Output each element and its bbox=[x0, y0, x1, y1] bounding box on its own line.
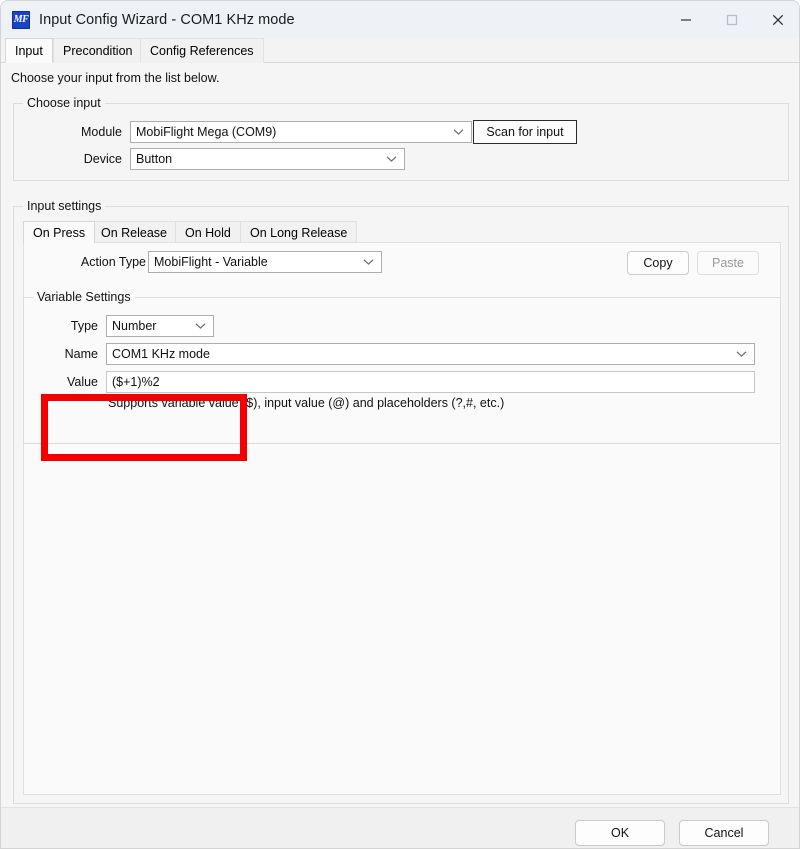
variable-type-value: Number bbox=[112, 319, 156, 333]
variable-settings-group: Variable Settings Type Number Name COM1 … bbox=[23, 297, 781, 444]
tab-on-hold-label: On Hold bbox=[185, 226, 231, 240]
variable-value-input[interactable]: ($+1)%2 bbox=[106, 371, 755, 393]
input-settings-group: Input settings On Press On Release On Ho… bbox=[13, 206, 789, 804]
tab-on-press-label: On Press bbox=[33, 226, 85, 240]
module-combobox[interactable]: MobiFlight Mega (COM9) bbox=[130, 121, 472, 143]
module-value: MobiFlight Mega (COM9) bbox=[136, 125, 276, 139]
scan-for-input-button[interactable]: Scan for input bbox=[473, 120, 577, 144]
tab-on-long-release-label: On Long Release bbox=[250, 226, 347, 240]
ok-button-label: OK bbox=[611, 826, 629, 840]
tab-on-press[interactable]: On Press bbox=[23, 221, 95, 243]
tab-config-references[interactable]: Config References bbox=[140, 38, 264, 63]
maximize-icon[interactable] bbox=[709, 1, 755, 38]
minimize-icon[interactable] bbox=[663, 1, 709, 38]
window-title: Input Config Wizard - COM1 KHz mode bbox=[39, 12, 295, 28]
copy-button-label: Copy bbox=[643, 256, 672, 270]
chevron-down-icon bbox=[195, 323, 206, 330]
tab-input[interactable]: Input bbox=[5, 38, 53, 63]
page-hint-text: Choose your input from the list below. bbox=[11, 71, 219, 85]
input-config-wizard-window: MF Input Config Wizard - COM1 KHz mode I… bbox=[0, 0, 800, 849]
tab-on-long-release[interactable]: On Long Release bbox=[240, 221, 357, 243]
choose-input-legend: Choose input bbox=[23, 96, 105, 110]
action-type-label: Action Type bbox=[70, 255, 146, 269]
value-label: Value bbox=[48, 375, 98, 389]
device-combobox[interactable]: Button bbox=[130, 148, 405, 170]
ok-button[interactable]: OK bbox=[575, 820, 665, 846]
input-settings-legend: Input settings bbox=[23, 199, 105, 213]
action-type-combobox[interactable]: MobiFlight - Variable bbox=[148, 251, 382, 273]
window-controls bbox=[663, 1, 800, 38]
module-label: Module bbox=[54, 125, 122, 139]
tab-precondition[interactable]: Precondition bbox=[53, 38, 143, 63]
chevron-down-icon bbox=[736, 351, 747, 358]
app-icon-text: MF bbox=[14, 15, 29, 25]
chevron-down-icon bbox=[453, 129, 464, 136]
choose-input-group: Choose input Module MobiFlight Mega (COM… bbox=[13, 103, 789, 181]
input-settings-tab-strip: On Press On Release On Hold On Long Rele… bbox=[23, 221, 781, 243]
cancel-button-label: Cancel bbox=[705, 826, 744, 840]
dialog-footer: OK Cancel bbox=[1, 807, 800, 849]
tab-precondition-label: Precondition bbox=[63, 44, 133, 58]
type-label: Type bbox=[48, 319, 98, 333]
variable-type-combobox[interactable]: Number bbox=[106, 315, 214, 337]
tab-on-release[interactable]: On Release bbox=[91, 221, 177, 243]
close-icon[interactable] bbox=[755, 1, 800, 38]
chevron-down-icon bbox=[386, 156, 397, 163]
action-type-value: MobiFlight - Variable bbox=[154, 255, 268, 269]
device-label: Device bbox=[54, 152, 122, 166]
variable-settings-legend: Variable Settings bbox=[33, 290, 135, 304]
paste-button-label: Paste bbox=[712, 256, 744, 270]
device-value: Button bbox=[136, 152, 172, 166]
tab-config-references-label: Config References bbox=[150, 44, 254, 58]
cancel-button[interactable]: Cancel bbox=[679, 820, 769, 846]
tab-on-hold[interactable]: On Hold bbox=[175, 221, 241, 243]
variable-name-value: COM1 KHz mode bbox=[112, 347, 210, 361]
mobiflight-logo-icon: MF bbox=[12, 11, 30, 29]
tab-input-label: Input bbox=[15, 44, 43, 58]
window-tab-strip: Input Precondition Config References bbox=[1, 38, 800, 63]
tab-on-release-label: On Release bbox=[101, 226, 167, 240]
copy-button[interactable]: Copy bbox=[627, 251, 689, 275]
variable-name-combobox[interactable]: COM1 KHz mode bbox=[106, 343, 755, 365]
name-label: Name bbox=[48, 347, 98, 361]
dialog-body: Choose your input from the list below. C… bbox=[1, 63, 800, 807]
title-bar: MF Input Config Wizard - COM1 KHz mode bbox=[1, 1, 800, 38]
variable-hint-text: Supports variable value ($), input value… bbox=[108, 396, 504, 410]
scan-for-input-label: Scan for input bbox=[486, 125, 563, 139]
chevron-down-icon bbox=[363, 259, 374, 266]
variable-value-text: ($+1)%2 bbox=[112, 375, 160, 389]
paste-button[interactable]: Paste bbox=[697, 251, 759, 275]
